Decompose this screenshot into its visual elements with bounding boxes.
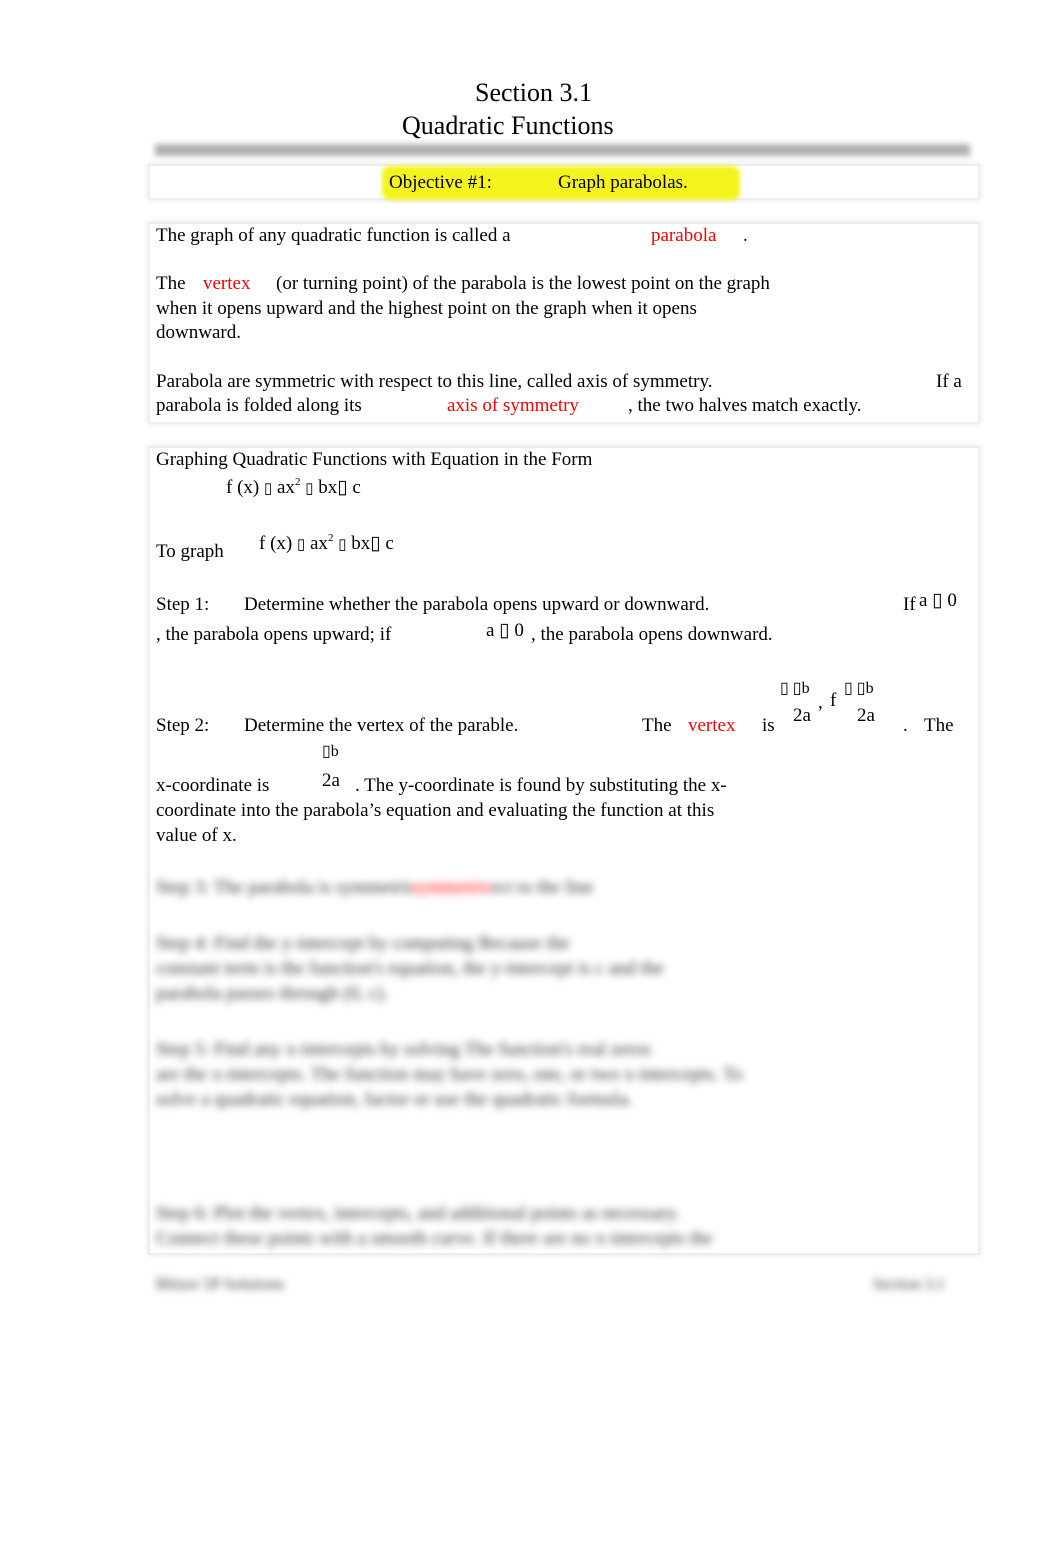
x-coord-numerator: ▯b: [322, 743, 339, 760]
vertex-numerator: ▯ ▯b: [780, 680, 810, 697]
header-rule: [155, 144, 970, 156]
blurred-line: are the x-intercepts. The function may h…: [156, 1064, 743, 1085]
text-line: , the parabola opens upward; if: [156, 624, 392, 645]
blurred-line: constant term is the function's equation…: [156, 958, 664, 979]
text-line: To graph: [156, 541, 224, 562]
text-line: The: [642, 715, 672, 736]
objective-label: Objective #1:: [389, 172, 492, 193]
footer-right: Section 3.1: [873, 1276, 945, 1293]
text-line: downward.: [156, 322, 241, 343]
text-line: The: [924, 715, 954, 736]
blurred-line: Connect these points with a smooth curve…: [156, 1228, 713, 1249]
blurred-line: parabola passes through (0, c).: [156, 983, 389, 1004]
text-line: Determine whether the parabola opens upw…: [244, 594, 710, 615]
quadratic-equation: f (x) ▯ ax2 ▯ bx▯ c: [259, 532, 394, 554]
graphing-box: [148, 446, 980, 1255]
text-line: . The y-coordinate is found by substitut…: [355, 775, 727, 796]
step-label: Step 1:: [156, 594, 210, 615]
text-line: The graph of any quadratic function is c…: [156, 225, 511, 246]
text-line: x-coordinate is: [156, 775, 270, 796]
condition-math: a ▯ 0: [486, 620, 524, 641]
blurred-line: Step 4: Find the y-intercept by computin…: [156, 933, 570, 954]
function-f: f: [830, 690, 837, 711]
blurred-line: Step 3: The parabola is symmetric with r…: [156, 877, 594, 898]
text-line: value of x.: [156, 825, 237, 846]
condition-math: a ▯ 0: [919, 590, 957, 611]
term-parabola: parabola: [651, 225, 717, 246]
document-page: Section 3.1 Quadratic Functions Objectiv…: [0, 0, 1062, 1561]
text-line: If: [903, 594, 916, 615]
section-number: Section 3.1: [475, 78, 592, 107]
text-line: when it opens upward and the highest poi…: [156, 298, 697, 319]
term-axis-of-symmetry: axis of symmetry: [447, 395, 579, 416]
text-line: , the parabola opens downward.: [531, 624, 773, 645]
vertex-numerator: ▯ ▯b: [844, 680, 874, 697]
quadratic-form-equation: f (x) ▯ ax2 ▯ bx▯ c: [226, 476, 361, 498]
x-coord-denominator: 2a: [322, 770, 340, 791]
text-line: is: [762, 715, 775, 736]
step-label: Step 2:: [156, 715, 210, 736]
blurred-term: symmetric: [412, 877, 493, 899]
vertex-denominator: 2a: [793, 705, 811, 726]
term-vertex: vertex: [688, 715, 736, 736]
text-line: .: [743, 225, 748, 246]
text-line: (or turning point) of the parabola is th…: [276, 273, 770, 294]
text-line: parabola is folded along its: [156, 395, 362, 416]
text-line: Parabola are symmetric with respect to t…: [156, 371, 713, 392]
text-line: , the two halves match exactly.: [628, 395, 862, 416]
vertex-denominator: 2a: [857, 705, 875, 726]
text-line: The: [156, 273, 186, 294]
objective-text: Graph parabolas.: [558, 172, 688, 193]
page-title: Quadratic Functions: [402, 111, 614, 140]
definitions-box: [148, 222, 980, 424]
blurred-line: Step 5: Find any x-intercepts by solving…: [156, 1039, 651, 1060]
footer-left: Blitzer 5P Solutions: [156, 1276, 285, 1293]
blurred-line: solve a quadratic equation, factor or us…: [156, 1089, 633, 1110]
text-line: coordinate into the parabola’s equation …: [156, 800, 715, 821]
blurred-line: Step 6: Plot the vertex, intercepts, and…: [156, 1203, 680, 1224]
text-line: If a: [936, 371, 962, 392]
text-line: Determine the vertex of the parable.: [244, 715, 519, 736]
term-vertex: vertex: [203, 273, 251, 294]
section-heading: Graphing Quadratic Functions with Equati…: [156, 449, 593, 470]
text-line: .: [903, 715, 908, 736]
